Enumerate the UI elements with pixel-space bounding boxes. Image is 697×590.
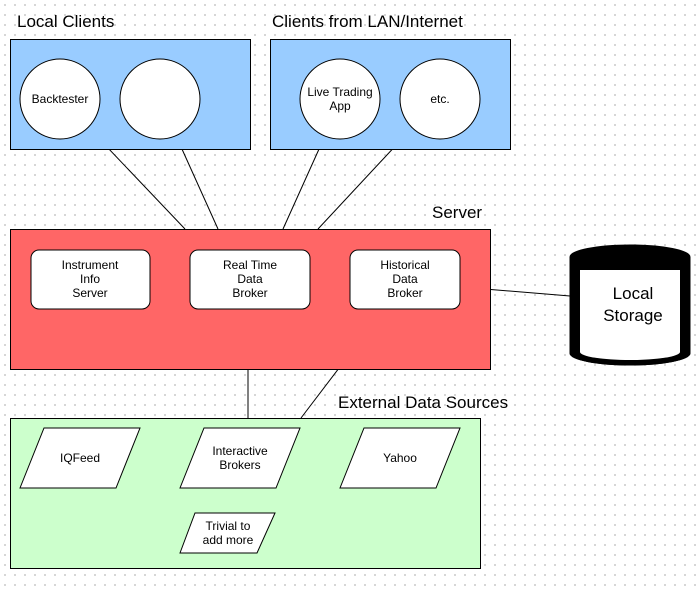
node-label: Yahoo <box>383 451 417 465</box>
node-label: IQFeed <box>60 451 100 465</box>
node-label: Backtester <box>32 92 89 106</box>
empty-client-node <box>119 58 201 140</box>
local-clients-title: Local Clients <box>17 12 114 31</box>
remote-clients-title: Clients from LAN/Internet <box>272 12 463 31</box>
node-label: Trivial to add more <box>203 519 254 547</box>
server-title: Server <box>432 203 482 222</box>
node-label: Interactive Brokers <box>212 444 268 472</box>
connector-livetrading-server <box>282 137 325 230</box>
external-title: External Data Sources <box>338 393 508 412</box>
node-label: etc. <box>430 92 449 106</box>
connector-client2-server <box>176 137 219 230</box>
architecture-diagram: Local Clients Backtester Clients from LA… <box>10 12 691 569</box>
